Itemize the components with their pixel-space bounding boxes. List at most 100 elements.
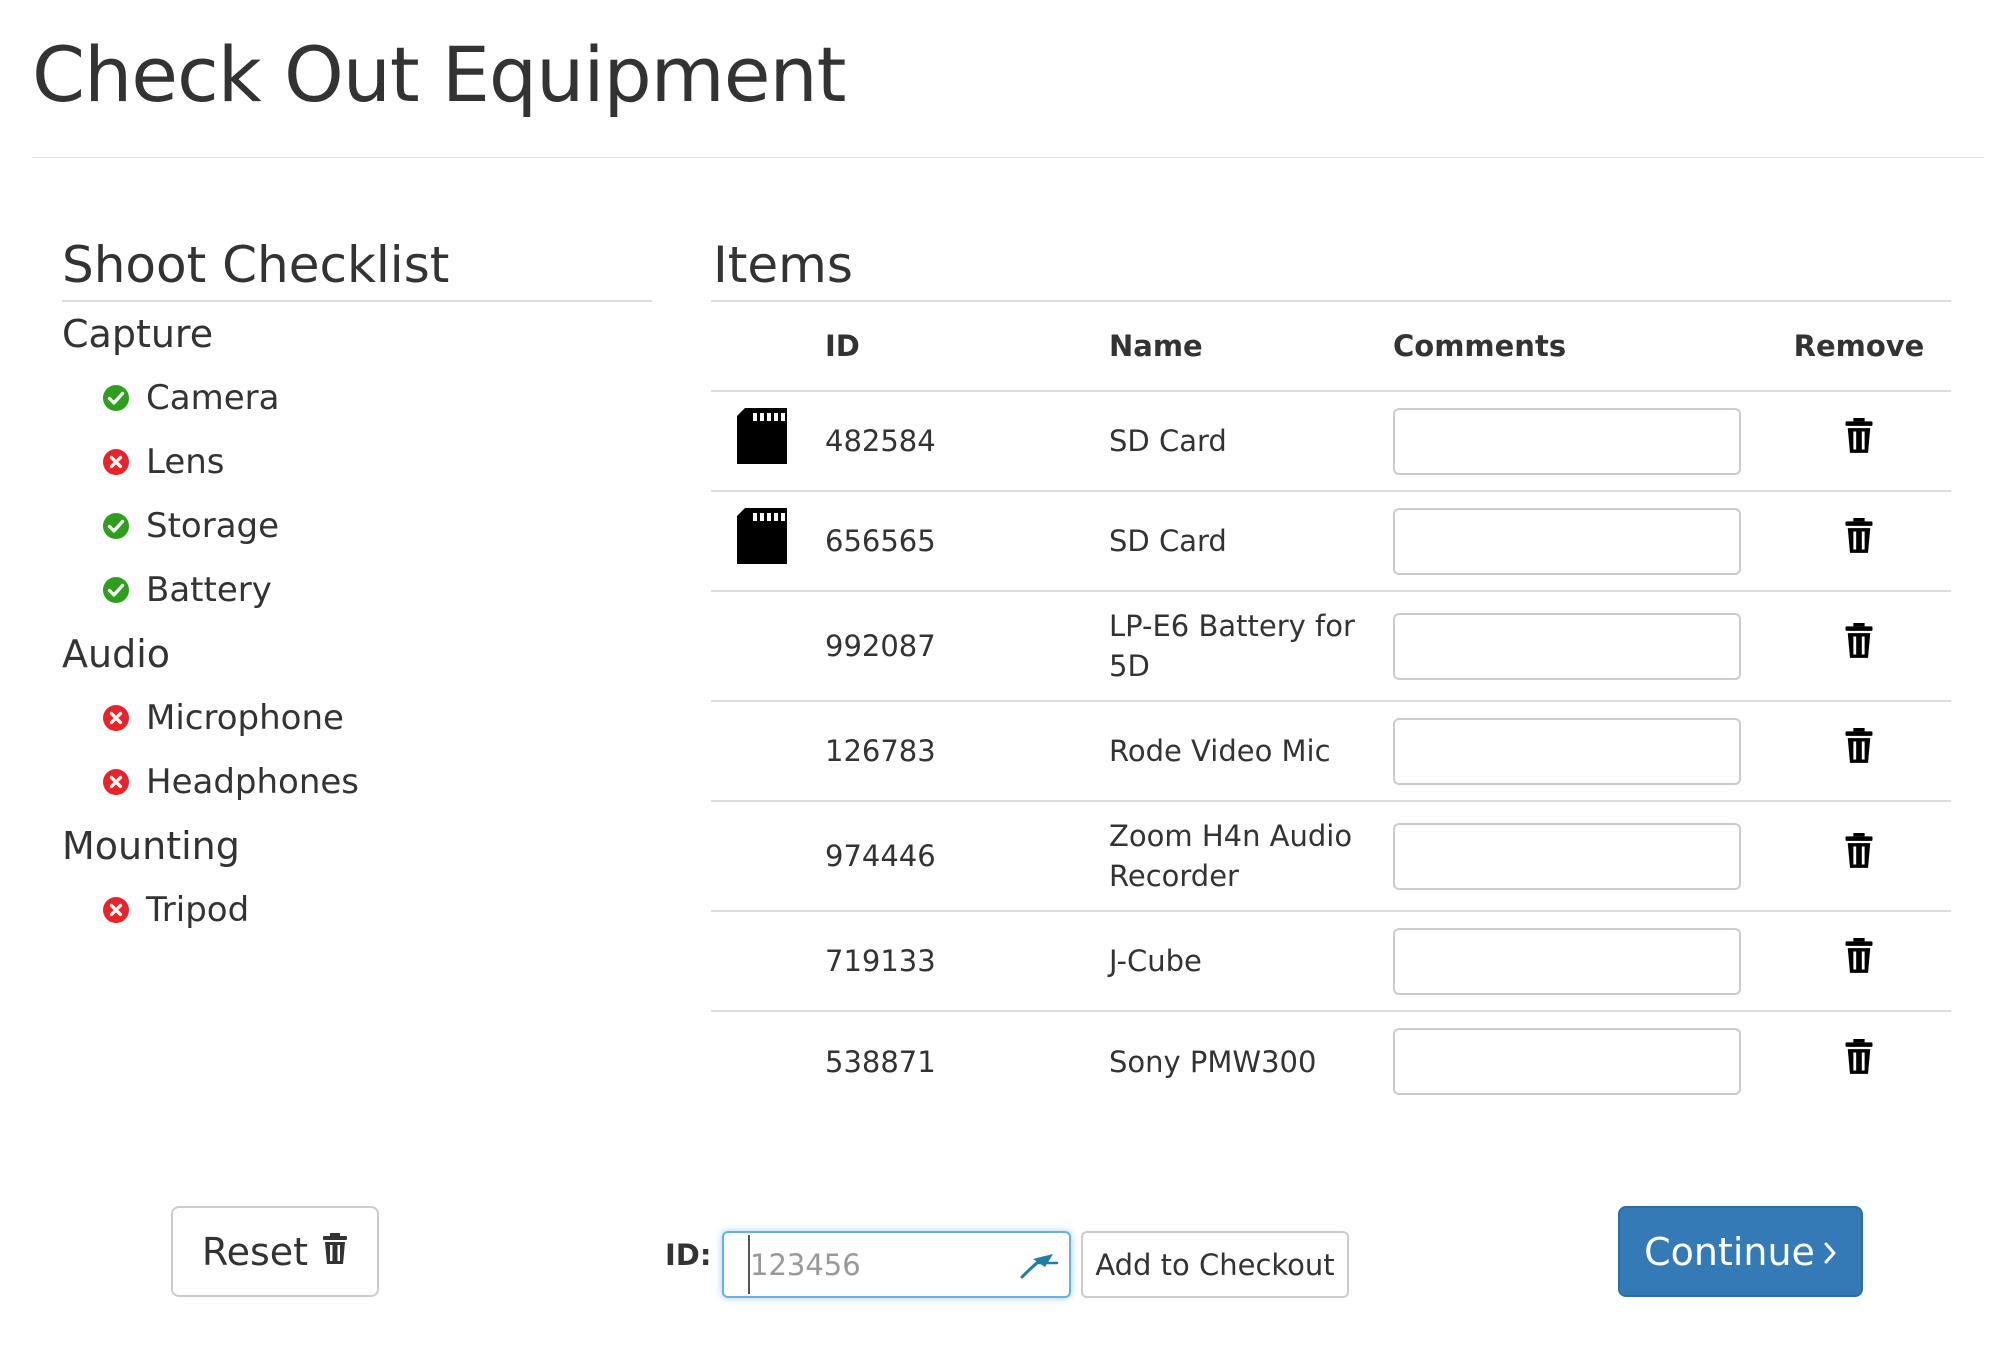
id-input-container[interactable]	[722, 1231, 1071, 1298]
item-remove-cell	[1767, 801, 1951, 912]
comment-input[interactable]	[1393, 822, 1741, 890]
sd-card-icon	[737, 508, 825, 574]
comment-input[interactable]	[1393, 612, 1741, 680]
item-icon-cell	[711, 591, 825, 702]
column-header-name: Name	[1109, 302, 1393, 392]
column-header-comments: Comments	[1393, 302, 1767, 392]
item-remove-cell	[1767, 491, 1951, 592]
comment-input[interactable]	[1393, 407, 1741, 475]
item-name: LP-E6 Battery for 5D	[1109, 591, 1393, 702]
id-field-label: ID:	[665, 1238, 712, 1272]
item-remove-cell	[1767, 391, 1951, 492]
checklist-item-label: Headphones	[146, 762, 360, 802]
items-table-body: 482584 SD Card 656565 SD Card 992087 LP-E6 Ba…	[711, 391, 1951, 1111]
item-comment-cell	[1393, 911, 1767, 1012]
reset-button[interactable]: Reset	[171, 1206, 379, 1297]
trash-icon[interactable]	[1844, 938, 1874, 974]
continue-button-label: Continue	[1644, 1229, 1815, 1274]
item-icon-cell	[711, 491, 825, 592]
check-circle-icon	[102, 512, 130, 540]
checklist-item: Lens	[62, 430, 652, 494]
id-input[interactable]	[748, 1235, 1030, 1294]
item-comment-cell	[1393, 391, 1767, 492]
checklist-category-title: Capture	[62, 312, 214, 356]
chevron-right-icon	[1823, 1230, 1837, 1274]
checklist-item-label: Storage	[146, 506, 280, 546]
checklist-item: Headphones	[62, 750, 652, 814]
trash-icon[interactable]	[1844, 623, 1874, 659]
checklist-item: Storage	[62, 494, 652, 558]
item-name: SD Card	[1109, 491, 1393, 592]
checklist-item: Battery	[62, 558, 652, 622]
item-icon-cell	[711, 911, 825, 1012]
item-remove-cell	[1767, 591, 1951, 702]
sd-card-icon	[737, 408, 825, 474]
trash-icon[interactable]	[1844, 1038, 1874, 1075]
checklist-item-label: Microphone	[146, 698, 344, 738]
items-title: Items	[711, 230, 1951, 302]
comment-input[interactable]	[1393, 927, 1741, 995]
item-id: 974446	[825, 801, 1109, 912]
trash-icon[interactable]	[1844, 418, 1874, 454]
column-header-remove: Remove	[1767, 302, 1951, 392]
table-row: 482584 SD Card	[711, 391, 1951, 492]
item-id: 656565	[825, 491, 1109, 592]
barcode-scan-icon[interactable]	[1019, 1250, 1059, 1280]
x-circle-icon	[102, 896, 130, 924]
item-id: 126783	[825, 701, 1109, 802]
comment-input[interactable]	[1393, 1028, 1741, 1095]
item-remove-cell	[1767, 1011, 1951, 1111]
comment-input[interactable]	[1393, 717, 1741, 785]
items-panel: Items ID Name Comments Remove 482584 SD C…	[711, 230, 1951, 1111]
items-table: ID Name Comments Remove 482584 SD Card 656…	[711, 302, 1951, 1111]
table-row: 974446 Zoom H4n Audio Recorder	[711, 801, 1951, 912]
item-name: Zoom H4n Audio Recorder	[1109, 801, 1393, 912]
trash-icon	[322, 1230, 348, 1274]
table-row: 656565 SD Card	[711, 491, 1951, 592]
item-name: Sony PMW300	[1109, 1044, 1317, 1079]
item-comment-cell	[1393, 801, 1767, 912]
checklist-title: Shoot Checklist	[62, 230, 652, 302]
item-icon-cell	[711, 391, 825, 492]
checklist-item-label: Tripod	[146, 890, 250, 930]
checklist-item-label: Camera	[146, 378, 280, 418]
reset-button-label: Reset	[201, 1229, 309, 1274]
shoot-checklist: Shoot Checklist Capture Camera Lens Storage…	[62, 230, 652, 942]
items-header-row: ID Name Comments Remove	[711, 302, 1951, 392]
item-comment-cell	[1393, 491, 1767, 592]
add-to-checkout-button[interactable]: Add to Checkout	[1081, 1231, 1349, 1298]
item-name: J-Cube	[1109, 911, 1393, 1012]
checklist-category-list: Camera Lens Storage Battery	[62, 366, 652, 622]
page-title: Check Out Equipment	[32, 30, 846, 119]
trash-icon[interactable]	[1844, 833, 1874, 869]
column-header-id: ID	[825, 302, 1109, 392]
trash-icon[interactable]	[1844, 728, 1874, 764]
check-circle-icon	[102, 384, 130, 412]
checklist-item-label: Lens	[146, 442, 225, 482]
item-comment-cell	[1393, 701, 1767, 802]
item-comment-cell	[1393, 1011, 1767, 1111]
trash-icon[interactable]	[1844, 518, 1874, 554]
item-remove-cell	[1767, 701, 1951, 802]
item-comment-cell	[1393, 591, 1767, 702]
table-row: 992087 LP-E6 Battery for 5D	[711, 591, 1951, 702]
x-circle-icon	[102, 704, 130, 732]
item-name: SD Card	[1109, 391, 1393, 492]
item-id: 992087	[825, 591, 1109, 702]
x-circle-icon	[102, 768, 130, 796]
check-circle-icon	[102, 576, 130, 604]
item-id: 538871	[825, 1044, 936, 1079]
column-header-icon	[711, 302, 825, 392]
item-icon-cell	[711, 1011, 825, 1111]
table-row: 719133 J-Cube	[711, 911, 1951, 1012]
comment-input[interactable]	[1393, 507, 1741, 575]
checklist-item: Tripod	[62, 878, 652, 942]
checklist-categories: Capture Camera Lens Storage Battery Audio Micr…	[62, 302, 652, 942]
item-name: Rode Video Mic	[1109, 701, 1393, 802]
item-remove-cell	[1767, 911, 1951, 1012]
title-divider	[32, 157, 1984, 158]
item-id: 482584	[825, 391, 1109, 492]
checklist-item-label: Battery	[146, 570, 272, 610]
checklist-category-title: Audio	[62, 632, 171, 676]
continue-button[interactable]: Continue	[1618, 1206, 1863, 1297]
